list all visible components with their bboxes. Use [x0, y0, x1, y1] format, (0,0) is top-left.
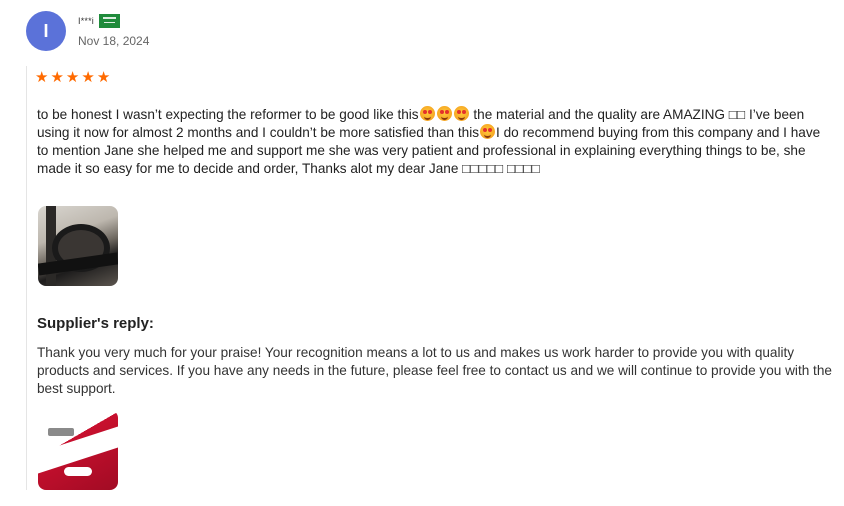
review-text: to be honest I wasn’t expecting the refo… [37, 106, 835, 178]
saudi-flag-icon [99, 14, 121, 28]
supplier-reply-title: Supplier's reply: [37, 315, 154, 332]
promo-tag-shape [64, 467, 92, 476]
star-icon: ★ [96, 68, 111, 86]
star-struck-emoji-icon [419, 106, 435, 121]
avatar: I [26, 11, 66, 51]
reviewer-meta: I***i Nov 18, 2024 [78, 13, 149, 47]
star-struck-emoji-icon [480, 124, 496, 139]
star-icon: ★ [65, 68, 80, 86]
star-icon: ★ [81, 68, 95, 86]
review-content: ★ ★ ★ ★ ★ to be honest I wasn’t expectin… [26, 66, 835, 490]
supplier-reply-text: Thank you very much for your praise! You… [37, 345, 832, 396]
star-icon: ★ [35, 68, 49, 86]
star-icon: ★ [50, 68, 64, 86]
review-date: Nov 18, 2024 [78, 34, 150, 48]
avatar-letter: I [43, 21, 49, 41]
star-rating: ★ ★ ★ ★ ★ [35, 70, 110, 85]
review-card: I I***i Nov 18, 2024 ★ ★ ★ ★ ★ to be hon… [0, 0, 844, 506]
supplier-photo-thumbnail[interactable] [38, 410, 118, 490]
review-photo-thumbnail[interactable] [38, 206, 118, 286]
reviewer-name: I***i [78, 15, 95, 26]
flag-script-mark [103, 17, 117, 19]
star-struck-emoji-icon [436, 106, 452, 121]
star-struck-emoji-icon [453, 106, 469, 121]
flag-sword-mark [104, 22, 116, 23]
review-text-part1: to be honest I wasn’t expecting the refo… [37, 107, 419, 122]
promo-device-shape [48, 428, 74, 436]
reviewer-name-row: I***i [78, 13, 149, 29]
